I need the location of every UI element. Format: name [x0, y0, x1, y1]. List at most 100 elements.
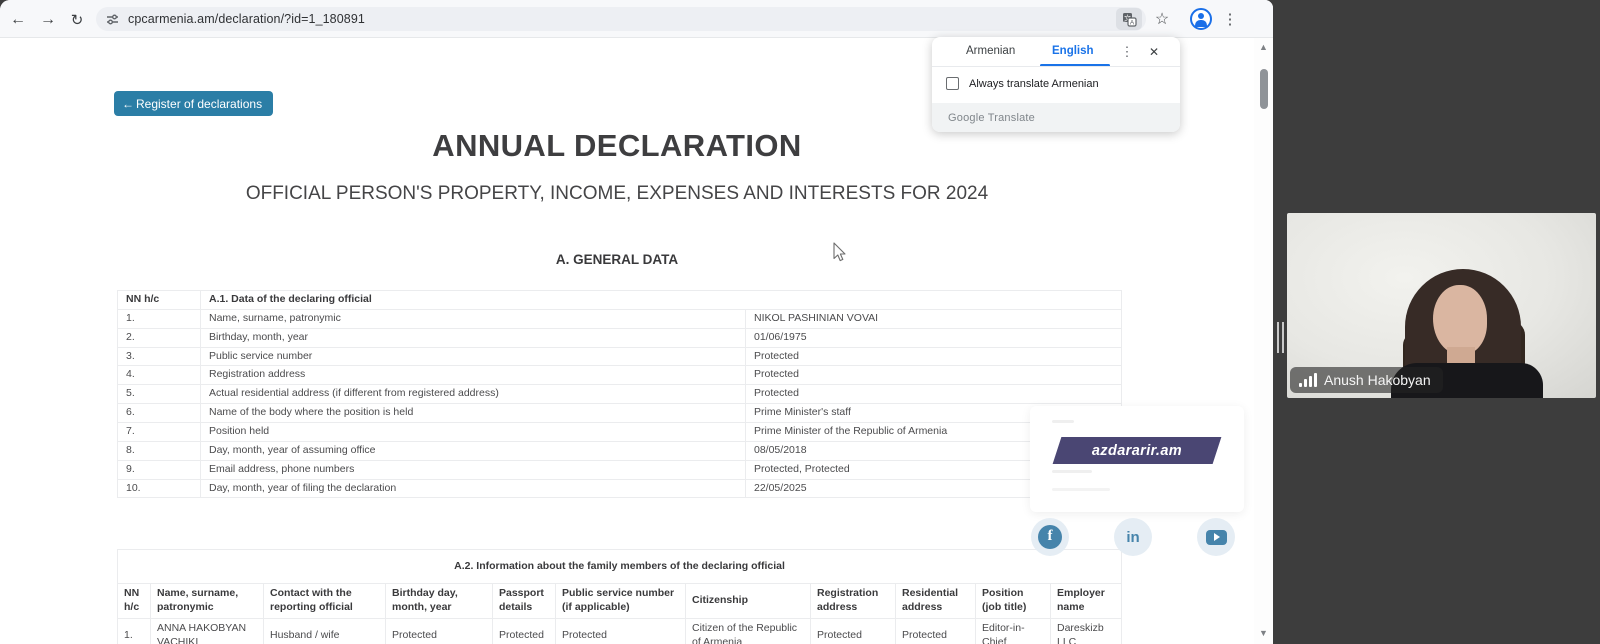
participant-name: Anush Hakobyan	[1324, 372, 1431, 388]
table-cell: 8.	[118, 441, 201, 460]
reload-icon[interactable]: ↻	[64, 7, 90, 33]
table-row: 6.Name of the body where the position is…	[118, 404, 1122, 423]
tab-armenian[interactable]: Armenian	[966, 45, 1015, 57]
scrollbar[interactable]: ▲ ▼	[1254, 38, 1273, 644]
section-heading: A. GENERAL DATA	[0, 252, 1234, 267]
table-row: 9.Email address, phone numbersProtected,…	[118, 460, 1122, 479]
azdararir-overlay-card: azdararir.am	[1030, 406, 1244, 512]
forward-icon[interactable]: →	[35, 7, 61, 33]
audio-level-icon	[1299, 373, 1317, 387]
profile-icon[interactable]	[1190, 8, 1212, 30]
svg-text:A: A	[1129, 19, 1134, 26]
facebook-glyph: f	[1038, 525, 1062, 549]
back-icon[interactable]: ←	[5, 7, 31, 33]
table-cell: Birthday, month, year	[201, 328, 746, 347]
close-icon[interactable]: ✕	[1144, 42, 1164, 62]
table-row: 2.Birthday, month, year01/06/1975	[118, 328, 1122, 347]
table-cell: Protected	[556, 618, 686, 644]
scroll-up-icon[interactable]: ▲	[1254, 40, 1273, 54]
participant-name-pill: Anush Hakobyan	[1290, 367, 1443, 393]
translate-options-icon[interactable]: ⋮	[1117, 42, 1137, 62]
site-settings-icon[interactable]	[106, 13, 119, 26]
table-cell: Actual residential address (if different…	[201, 385, 746, 404]
register-of-declarations-button[interactable]: ← Register of declarations	[114, 91, 273, 116]
table-cell: Registration address	[201, 366, 746, 385]
a1-header-row: NN h/c A.1. Data of the declaring offici…	[118, 291, 1122, 310]
table-cell: Protected	[746, 385, 1122, 404]
always-translate-checkbox[interactable]	[946, 77, 959, 90]
page-title: ANNUAL DECLARATION	[0, 128, 1234, 164]
webcam-video: Anush Hakobyan	[1287, 213, 1596, 398]
back-arrow-icon: ←	[122, 97, 134, 111]
table-cell: Protected	[746, 366, 1122, 385]
table-header-cell: Position (job title)	[976, 584, 1051, 619]
video-panel: Anush Hakobyan	[1273, 0, 1600, 644]
a1-table-body: 1.Name, surname, patronymicNIKOL PASHINI…	[118, 309, 1122, 498]
youtube-play-shape	[1206, 530, 1227, 545]
general-data-table: NN h/c A.1. Data of the declaring offici…	[117, 290, 1122, 498]
table-row: 8.Day, month, year of assuming office08/…	[118, 441, 1122, 460]
scroll-down-icon[interactable]: ▼	[1254, 626, 1273, 640]
table-cell: Public service number	[201, 347, 746, 366]
table-cell: 3.	[118, 347, 201, 366]
table-header-cell: Employer name	[1051, 584, 1122, 619]
a1-col1-header: NN h/c	[118, 291, 201, 310]
table-row: 10.Day, month, year of filing the declar…	[118, 479, 1122, 498]
azdararir-logo: azdararir.am	[1053, 437, 1222, 464]
panel-resize-handle[interactable]	[1277, 322, 1285, 353]
browser-menu-icon[interactable]: ⋮	[1219, 7, 1241, 31]
facebook-icon[interactable]: f	[1031, 518, 1069, 556]
profile-body	[1195, 20, 1207, 27]
profile-head	[1198, 13, 1204, 19]
skeleton-line	[1052, 488, 1110, 491]
always-translate-label: Always translate Armenian	[969, 78, 1099, 90]
google-translate-popup: Armenian English ⋮ ✕ Always translate Ar…	[932, 37, 1180, 132]
screen: ← → ↻ cpcarmenia.am/declaration/?id=1_18…	[0, 0, 1600, 644]
table-cell: 1.	[118, 309, 201, 328]
register-button-label: Register of declarations	[136, 97, 262, 111]
azdararir-logo-text: azdararir.am	[1092, 443, 1182, 459]
skeleton-line	[1052, 470, 1092, 473]
bookmark-star-icon[interactable]: ☆	[1150, 7, 1174, 31]
table-row: 3.Public service numberProtected	[118, 347, 1122, 366]
family-members-table: A.2. Information about the family member…	[117, 549, 1122, 644]
table-cell: 7.	[118, 423, 201, 442]
url-bar[interactable]: cpcarmenia.am/declaration/?id=1_180891 文…	[96, 7, 1146, 31]
tab-english[interactable]: English	[1052, 45, 1094, 57]
table-cell: ANNA HAKOBYAN VACHIKI	[151, 618, 264, 644]
browser-toolbar: ← → ↻ cpcarmenia.am/declaration/?id=1_18…	[0, 0, 1273, 38]
table-cell: 5.	[118, 385, 201, 404]
page-subtitle: OFFICIAL PERSON'S PROPERTY, INCOME, EXPE…	[0, 183, 1234, 205]
table-row: 5.Actual residential address (if differe…	[118, 385, 1122, 404]
table-cell: 1.	[118, 618, 151, 644]
table-cell: Name of the body where the position is h…	[201, 404, 746, 423]
linkedin-glyph: in	[1126, 529, 1139, 546]
table-cell: 4.	[118, 366, 201, 385]
scrollbar-thumb[interactable]	[1260, 69, 1268, 109]
table-cell: Day, month, year of filing the declarati…	[201, 479, 746, 498]
popup-divider	[932, 66, 1180, 67]
table-cell: Name, surname, patronymic	[201, 309, 746, 328]
table-cell: 01/06/1975	[746, 328, 1122, 347]
participant-silhouette	[1433, 285, 1487, 355]
table-header-cell: NN h/c	[118, 584, 151, 619]
table-cell: Position held	[201, 423, 746, 442]
skeleton-line	[1052, 420, 1074, 423]
a1-col2-header: A.1. Data of the declaring official	[201, 291, 1122, 310]
translate-icon[interactable]: 文 A	[1116, 8, 1142, 30]
a2-table-body: 1.ANNA HAKOBYAN VACHIKIHusband / wife Pro…	[118, 618, 1122, 644]
table-cell: Day, month, year of assuming office	[201, 441, 746, 460]
youtube-icon[interactable]	[1197, 518, 1235, 556]
linkedin-icon[interactable]: in	[1114, 518, 1152, 556]
table-cell: 6.	[118, 404, 201, 423]
table-header-cell: Residential address	[896, 584, 976, 619]
table-cell: 9.	[118, 460, 201, 479]
table-cell: Protected	[811, 618, 896, 644]
table-header-cell: Birthday day, month, year	[386, 584, 493, 619]
table-cell: 10.	[118, 479, 201, 498]
popup-footer: Google Translate	[932, 103, 1180, 132]
url-text: cpcarmenia.am/declaration/?id=1_180891	[128, 12, 365, 26]
table-cell: Citizen of the Republic of Armenia	[686, 618, 811, 644]
table-cell: Protected	[493, 618, 556, 644]
table-cell: Husband / wife	[264, 618, 386, 644]
